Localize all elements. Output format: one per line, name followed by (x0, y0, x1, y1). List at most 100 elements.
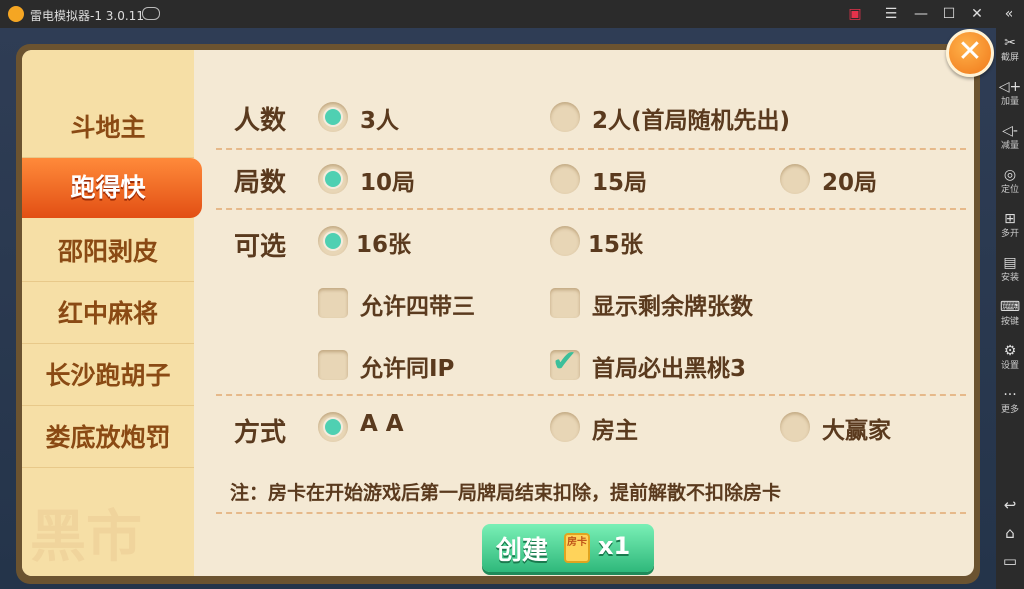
apk-install-icon: ▤ (1003, 255, 1017, 271)
sidebar-label: 按键 (1000, 317, 1019, 327)
payment-option-aa[interactable]: A A (318, 408, 438, 444)
first-round-spade-three-checkbox[interactable]: ✔ 首局必出黑桃3 (550, 344, 810, 382)
option-label: 允许四带三 (360, 294, 475, 320)
sidebar-label: 定位 (1000, 185, 1019, 195)
settings-button[interactable]: ⚙ 设置 (996, 342, 1024, 382)
multi-open-icon: ⊞ (1004, 211, 1016, 227)
option-label: A A (360, 411, 404, 437)
multi-open-button[interactable]: ⊞ 多开 (996, 210, 1024, 250)
show-remaining-cards-checkbox[interactable]: 显示剩余牌张数 (550, 284, 810, 320)
tab-label: 娄底放炮罚 (45, 423, 171, 452)
volume-up-button[interactable]: ◁+ 加量 (996, 78, 1024, 118)
radio-button[interactable] (550, 412, 580, 442)
radio-button[interactable] (318, 412, 348, 442)
option-label: 2人(首局随机先出) (592, 108, 791, 134)
radio-button[interactable] (550, 226, 580, 256)
checkbox[interactable] (318, 288, 348, 318)
payment-option-big-winner[interactable]: 大赢家 (780, 408, 920, 444)
radio-selected-dot (325, 109, 341, 125)
sidebar-label: 多开 (1000, 229, 1019, 239)
divider (216, 512, 966, 514)
payment-label: 方式 (234, 418, 287, 448)
install-button[interactable]: ▤ 安装 (996, 254, 1024, 294)
option-label: 3人 (360, 108, 400, 134)
tab-shaoyang-bopi[interactable]: 邵阳剥皮 (22, 222, 194, 282)
tab-doudizhu[interactable]: 斗地主 (22, 98, 194, 158)
allow-four-with-three-checkbox[interactable]: 允许四带三 (318, 284, 518, 320)
tab-label: 长沙跑胡子 (45, 361, 171, 390)
radio-button[interactable] (318, 102, 348, 132)
cards-option-16[interactable]: 16张 (318, 222, 438, 258)
tab-changsha-paohuzi[interactable]: 长沙跑胡子 (22, 346, 194, 406)
room-card-icon: 房卡 (564, 533, 590, 563)
emulator-sidebar: ✂ 截屏 ◁+ 加量 ◁- 减量 ◎ 定位 ⊞ 多开 ▤ 安装 ⌨ 按键 ⚙ 设… (996, 28, 1024, 589)
volume-down-button[interactable]: ◁- 减量 (996, 122, 1024, 162)
players-option-2[interactable]: 2人(首局随机先出) (550, 98, 850, 134)
gift-icon[interactable]: ▣ (844, 4, 866, 24)
location-button[interactable]: ◎ 定位 (996, 166, 1024, 206)
emulator-titlebar: 雷电模拟器-1 3.0.11 ▣ ☰ — ☐ ✕ « (0, 0, 1024, 28)
option-label: 首局必出黑桃3 (592, 356, 747, 382)
tab-hongzhong-majiang[interactable]: 红中麻将 (22, 284, 194, 344)
checkbox[interactable] (550, 288, 580, 318)
sidebar-label: 减量 (1000, 141, 1019, 151)
collapse-sidebar-icon[interactable]: « (998, 4, 1020, 24)
screenshot-button[interactable]: ✂ 截屏 (996, 34, 1024, 74)
menu-icon[interactable]: ☰ (880, 4, 902, 24)
rounds-option-15[interactable]: 15局 (550, 160, 670, 196)
players-option-3[interactable]: 3人 (318, 98, 438, 134)
room-card-note: 注：房卡在开始游戏后第一局牌局结束扣除，提前解散不扣除房卡 (230, 482, 782, 504)
cards-option-15[interactable]: 15张 (550, 222, 670, 258)
radio-button[interactable] (550, 164, 580, 194)
tab-label: 斗地主 (70, 113, 146, 142)
radio-button[interactable] (318, 226, 348, 256)
checkbox[interactable]: ✔ (550, 344, 580, 380)
recent-apps-icon[interactable]: ▭ (996, 552, 1024, 572)
rounds-option-10[interactable]: 10局 (318, 160, 438, 196)
close-window-icon[interactable]: ✕ (966, 4, 988, 24)
window-title: 雷电模拟器-1 3.0.11 (30, 9, 144, 23)
tab-label: 邵阳剥皮 (57, 237, 158, 266)
close-icon: ✕ (957, 34, 983, 69)
option-label: 20局 (822, 170, 878, 196)
divider (216, 208, 966, 210)
allow-same-ip-checkbox[interactable]: 允许同IP (318, 346, 518, 382)
rounds-option-20[interactable]: 20局 (780, 160, 900, 196)
create-room-button[interactable]: 创建 房卡 x1 (482, 524, 654, 572)
location-icon: ◎ (1003, 167, 1017, 183)
settings-icon: ⚙ (1003, 343, 1017, 359)
card-cost-count: x1 (598, 532, 631, 560)
option-label: 大赢家 (822, 418, 891, 444)
back-icon[interactable]: ↩ (996, 496, 1024, 516)
tab-label: 跑得快 (70, 173, 146, 202)
tab-label: 红中麻将 (57, 299, 158, 328)
close-dialog-button[interactable]: ✕ (946, 29, 994, 77)
volume-up-icon: ◁+ (998, 79, 1022, 95)
sidebar-label: 设置 (1000, 361, 1019, 371)
tab-paodekuai[interactable]: 跑得快 (22, 158, 202, 218)
payment-option-host[interactable]: 房主 (550, 408, 670, 444)
radio-selected-dot (325, 233, 341, 249)
minimize-icon[interactable]: — (910, 4, 932, 24)
app-logo-icon (8, 6, 24, 22)
option-label: 10局 (360, 170, 416, 196)
radio-button[interactable] (550, 102, 580, 132)
more-button[interactable]: ··· 更多 (996, 386, 1024, 426)
dialog-body: 斗地主 跑得快 邵阳剥皮 红中麻将 长沙跑胡子 娄底放炮罚 黑市 人数 3人 2… (22, 50, 974, 576)
maximize-icon[interactable]: ☐ (938, 4, 960, 24)
tab-loudi-fangpaofa[interactable]: 娄底放炮罚 (22, 408, 194, 468)
checkbox[interactable] (318, 350, 348, 380)
radio-button[interactable] (318, 164, 348, 194)
option-label: 允许同IP (360, 356, 455, 382)
radio-button[interactable] (780, 164, 810, 194)
home-icon[interactable]: ⌂ (996, 524, 1024, 544)
option-label: 房主 (592, 418, 638, 444)
volume-down-icon: ◁- (1002, 123, 1018, 139)
radio-button[interactable] (780, 412, 810, 442)
sidebar-label: 加量 (1000, 97, 1019, 107)
divider (216, 148, 966, 150)
sidebar-label: 截屏 (1000, 53, 1019, 63)
gamepad-icon[interactable] (142, 7, 160, 20)
keymap-button[interactable]: ⌨ 按键 (996, 298, 1024, 338)
create-room-dialog: 斗地主 跑得快 邵阳剥皮 红中麻将 长沙跑胡子 娄底放炮罚 黑市 人数 3人 2… (16, 44, 980, 584)
